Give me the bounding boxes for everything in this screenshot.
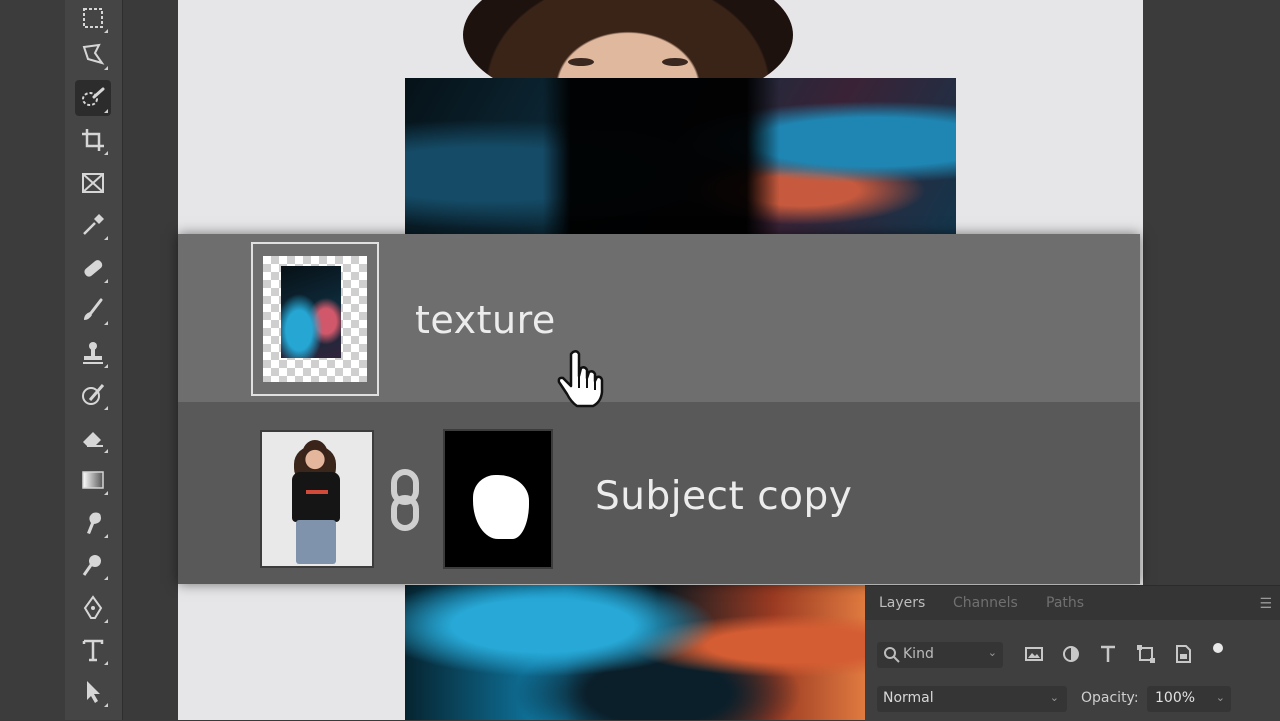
smudge-tool[interactable] [75,505,111,541]
opacity-value: 100% [1155,690,1196,706]
opacity-input[interactable]: 100% ⌄ [1147,686,1231,712]
healing-brush-tool[interactable] [75,250,111,286]
frame-tool[interactable] [75,165,111,201]
bandage-icon [84,260,103,277]
blend-mode-value: Normal [883,690,934,706]
layer-mask-thumbnail[interactable] [443,429,553,569]
tools-panel [65,0,123,720]
photo-jeans [296,520,336,564]
image-filter-icon[interactable] [1023,643,1045,665]
opacity-label: Opacity: [1081,690,1139,706]
shape-filter-icon[interactable] [1135,643,1157,665]
search-icon [884,647,900,663]
layers-zoom-callout: texture Subject copy [178,234,1140,584]
panel-tab-bar: Layers Channels Paths ☰ [865,586,1280,620]
subject-thumbnail[interactable] [260,430,374,568]
layers-panel: Layers Channels Paths ☰ Kind ⌄ Normal ⌄ … [865,585,1280,721]
texture-thumbnail [281,266,341,358]
chevron-down-icon: ⌄ [1049,691,1059,704]
quick-selection-icon [82,87,105,106]
pen-icon [83,595,103,619]
arrow-pointer-icon [87,681,100,703]
chain-link-icon[interactable] [385,468,425,532]
pen-tool[interactable] [75,590,111,626]
photo-shirt [292,472,340,522]
tab-layers[interactable]: Layers [879,595,925,611]
gradient-tool[interactable] [75,462,111,498]
type-icon [82,639,104,662]
marquee-icon [83,8,103,28]
brush-tool[interactable] [75,292,111,328]
panel-menu-icon[interactable]: ☰ [1259,596,1272,612]
quick-selection-tool[interactable] [75,80,111,116]
gradient-icon [82,471,104,489]
history-brush-tool[interactable] [75,377,111,413]
type-filter-icon[interactable] [1097,643,1119,665]
stamp-icon [83,342,103,364]
layer-row-subject-copy[interactable]: Subject copy [178,402,1140,584]
frame-icon [82,173,104,193]
history-brush-icon [82,384,105,405]
polygonal-lasso-icon [82,43,105,65]
layer-name-subject-copy: Subject copy [595,474,853,519]
chevron-down-icon: ⌄ [987,646,997,659]
chevron-down-icon: ⌄ [1215,691,1225,704]
eraser-tool[interactable] [75,420,111,456]
layer-name-texture: texture [415,298,556,342]
layer-thumbnail-frame[interactable] [251,242,379,396]
brush-icon [84,298,103,320]
tab-channels[interactable]: Channels [953,595,1018,611]
crop-tool[interactable] [75,122,111,158]
crop-icon [82,129,104,151]
texture-artwork-top [405,78,956,238]
subject-eyes [568,58,688,70]
filter-toggle-icon[interactable] [1207,643,1229,665]
path-selection-tool[interactable] [75,674,111,710]
marquee-tool[interactable] [75,0,111,36]
smudge-icon [87,512,101,534]
adjustment-filter-icon[interactable] [1060,643,1082,665]
dodge-icon [82,555,101,576]
lasso-tool[interactable] [75,37,111,73]
filter-kind-select[interactable]: Kind ⌄ [877,642,1003,668]
eyedropper-tool[interactable] [75,207,111,243]
type-tool[interactable] [75,632,111,668]
dodge-tool[interactable] [75,547,111,583]
blend-mode-select[interactable]: Normal ⌄ [877,686,1067,712]
workspace-right [1143,0,1280,585]
layer-row-texture[interactable]: texture [178,234,1140,402]
texture-artwork-bottom [405,585,865,720]
smart-object-filter-icon[interactable] [1172,643,1194,665]
eraser-icon [83,432,103,447]
mask-shape [473,475,529,539]
photo-shirt-logo [306,490,328,494]
hand-cursor-icon [557,350,604,408]
filter-kind-label: Kind [903,646,934,662]
photo-head [302,440,328,470]
workspace-gutter [0,0,65,720]
tab-paths[interactable]: Paths [1046,595,1084,611]
clone-stamp-tool[interactable] [75,335,111,371]
eyedropper-icon [83,214,104,235]
